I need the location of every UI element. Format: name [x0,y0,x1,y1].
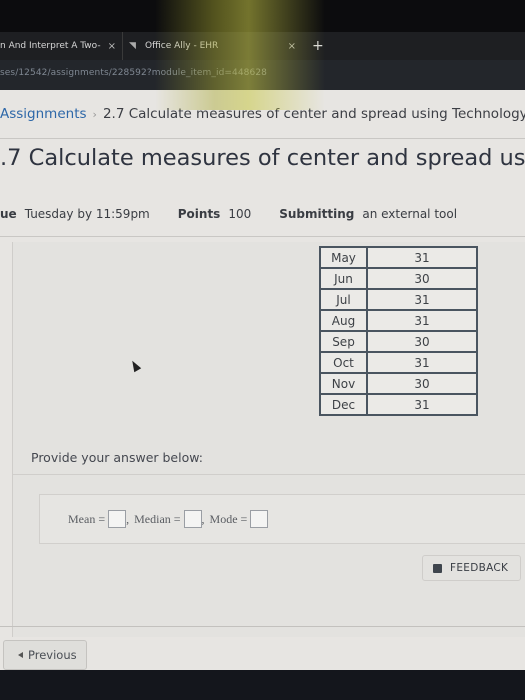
breadcrumb-separator-icon: › [92,108,97,121]
days-cell: 31 [366,309,478,332]
points-label: Points [177,207,221,221]
mean-input[interactable] [108,510,127,528]
table-row: Aug 31 [319,309,478,332]
answer-box: Mean = , Median = , Mode = [39,494,525,544]
divider [0,626,525,627]
feedback-label: FEEDBACK [450,562,509,574]
browser-tab-active[interactable]: ◥ Office Ally - EHR × [122,32,302,60]
days-cell: 30 [366,372,478,395]
days-cell: 31 [366,288,478,311]
table-row: Sep 30 [319,330,478,353]
table-row: Nov 30 [319,372,478,395]
close-icon[interactable]: × [288,41,296,52]
median-label: Median [134,511,171,526]
month-cell: Jul [319,288,368,311]
table-row: May 31 [319,246,478,269]
due-value: Tuesday by 11:59pm [24,207,150,221]
points-value: 100 [228,207,252,221]
equals-sign: = [98,511,106,526]
divider [13,474,525,475]
days-in-month-table: May 31 Jun 30 Jul 31 Aug 31 Sep 30 Oct 31 Nov 30 Dec 31 [319,246,478,416]
month-cell: Dec [319,393,368,416]
submitting-value: an external tool [362,207,458,221]
days-cell: 30 [366,330,478,353]
screen-top-bezel [0,0,525,32]
table-row: Dec 31 [319,393,478,416]
office-ally-favicon-icon: ◥ [129,41,136,51]
days-cell: 31 [366,351,478,374]
median-input[interactable] [183,510,202,528]
table-row: Oct 31 [319,351,478,374]
browser-tab[interactable]: n And Interpret A Two- × [0,32,122,60]
days-cell: 30 [366,267,478,290]
caret-left-icon [18,652,23,658]
equals-sign: = [173,511,181,526]
mean-label: Mean [68,511,96,526]
breadcrumb-assignments-link[interactable]: Assignments [0,106,87,122]
table-row: Jul 31 [319,288,478,311]
tab-title: Office Ally - EHR [145,41,219,51]
month-cell: Oct [319,351,368,374]
mode-label: Mode [209,511,238,526]
breadcrumb-current: 2.7 Calculate measures of center and spr… [102,106,525,122]
previous-label: Previous [28,648,77,662]
divider [0,138,525,139]
feedback-icon [433,563,442,573]
tab-title: n And Interpret A Two- [0,41,101,51]
assignment-meta: ue Tuesday by 11:59pm Points 100 Submittin… [0,207,485,221]
breadcrumb: Assignments › 2.7 Calculate measures of ce… [0,106,525,122]
month-cell: Aug [319,309,368,332]
submitting-label: Submitting [279,207,355,221]
canvas-page: Assignments › 2.7 Calculate measures of ce… [0,90,525,670]
new-tab-icon[interactable]: + [312,38,324,54]
comma: , [201,511,205,526]
url-text[interactable]: ses/12542/assignments/228592?module_item… [0,68,267,78]
table-row: Jun 30 [319,267,478,290]
browser-tab-bar: n And Interpret A Two- × ◥ Office Ally -… [0,32,525,60]
close-icon[interactable]: × [108,41,116,52]
equals-sign: = [240,511,248,526]
mode-input[interactable] [250,510,269,528]
previous-button[interactable]: Previous [3,640,87,670]
due-label: ue [0,207,17,221]
month-cell: Nov [319,372,368,395]
month-cell: Jun [319,267,368,290]
mouse-cursor-icon [128,358,142,373]
address-bar[interactable]: ses/12542/assignments/228592?module_item… [0,60,525,90]
days-cell: 31 [366,393,478,416]
month-cell: Sep [319,330,368,353]
screen-bottom-bezel [0,670,525,700]
comma: , [126,511,130,526]
month-cell: May [319,246,368,269]
divider [0,236,525,237]
answer-prompt: Provide your answer below: [31,450,203,465]
feedback-button[interactable]: FEEDBACK [422,555,521,581]
page-title: .7 Calculate measures of center and spre… [0,145,525,171]
days-cell: 31 [366,246,478,269]
